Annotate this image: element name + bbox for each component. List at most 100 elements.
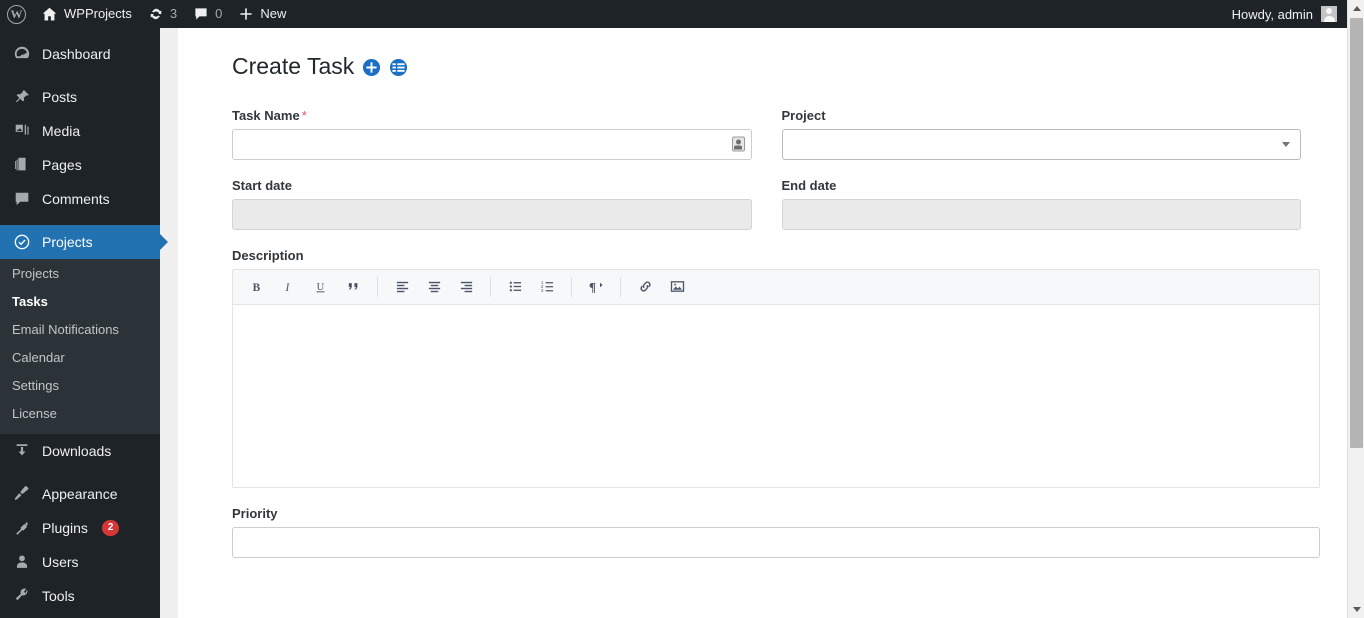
check-circle-icon <box>12 232 32 252</box>
my-account-menu[interactable]: Howdy, admin <box>1232 6 1347 22</box>
bold-icon[interactable]: B <box>242 273 272 300</box>
scroll-down-arrow-icon[interactable] <box>1348 601 1364 618</box>
comments-count: 0 <box>215 6 223 21</box>
add-circle-icon[interactable] <box>362 58 381 77</box>
end-date-input[interactable] <box>781 198 1301 230</box>
page-title: Create Task <box>232 52 1301 82</box>
rtl-paragraph-icon[interactable]: ¶ <box>581 273 611 300</box>
project-select-wrap <box>781 128 1301 160</box>
menu-spacer-3 <box>0 468 160 477</box>
wordpress-logo-icon: W <box>7 4 26 24</box>
wrench-icon <box>12 586 32 606</box>
plus-icon <box>238 6 254 22</box>
row-dates: Start date End date <box>232 178 1301 248</box>
plug-icon <box>12 518 32 538</box>
numbered-list-icon[interactable]: 123 <box>532 273 562 300</box>
updates-count: 3 <box>169 6 178 21</box>
comments-menu[interactable]: 0 <box>185 0 230 28</box>
admin-bar: W WPProjects 3 0 New Howdy, admin <box>0 0 1347 28</box>
field-description: Description B I U 1 2 3 ¶ <box>232 248 1320 488</box>
plugins-update-badge: 2 <box>101 520 120 536</box>
bulleted-list-icon[interactable] <box>500 273 530 300</box>
sidebar-item-comments[interactable]: Comments <box>0 182 160 216</box>
underline-icon[interactable]: U <box>306 273 336 300</box>
sidebar-item-label: Plugins <box>42 520 88 536</box>
description-editor: B I U 1 2 3 ¶ <box>232 268 1320 488</box>
toolbar-divider-1 <box>377 276 378 297</box>
required-asterisk: * <box>301 107 307 123</box>
align-center-icon[interactable] <box>419 273 449 300</box>
projects-submenu: Projects Tasks Email Notifications Calen… <box>0 259 160 434</box>
submenu-item-settings[interactable]: Settings <box>0 372 160 400</box>
sidebar-item-projects[interactable]: Projects <box>0 225 160 259</box>
field-start-date: Start date <box>232 178 752 230</box>
wordpress-logo-button[interactable]: W <box>0 0 33 28</box>
scrollbar-thumb[interactable] <box>1350 18 1363 448</box>
sidebar-item-label: Appearance <box>42 486 118 502</box>
sidebar-item-pages[interactable]: Pages <box>0 148 160 182</box>
field-end-date: End date <box>781 177 1301 230</box>
submenu-item-license[interactable]: License <box>0 400 160 428</box>
sidebar-item-tools[interactable]: Tools <box>0 579 160 613</box>
pin-icon <box>12 87 32 107</box>
scroll-up-arrow-icon[interactable] <box>1348 0 1364 17</box>
home-icon <box>41 6 58 23</box>
sidebar-item-downloads[interactable]: Downloads <box>0 434 160 468</box>
description-label: Description <box>232 247 304 263</box>
sidebar-item-users[interactable]: Users <box>0 545 160 579</box>
list-circle-icon[interactable] <box>389 58 408 77</box>
comment-bubble-icon <box>193 6 209 22</box>
field-priority: Priority <box>232 506 1320 558</box>
paintbrush-icon <box>12 484 32 504</box>
download-icon <box>12 441 32 461</box>
page-title-text: Create Task <box>232 53 355 79</box>
task-name-input[interactable] <box>232 128 752 160</box>
howdy-label: Howdy, admin <box>1231 6 1313 22</box>
sidebar-item-dashboard[interactable]: Dashboard <box>0 37 160 71</box>
autofill-card-icon[interactable] <box>731 136 745 152</box>
link-icon[interactable] <box>630 273 660 300</box>
updates-icon <box>148 6 164 22</box>
submenu-item-email-notifications[interactable]: Email Notifications <box>0 316 160 344</box>
sidebar-item-label: Pages <box>42 157 82 173</box>
end-date-label: End date <box>781 177 837 193</box>
blockquote-icon[interactable] <box>338 273 368 300</box>
content-panel: Create Task Task Name * Project Start da… <box>178 28 1347 618</box>
italic-icon[interactable]: I <box>274 273 304 300</box>
updates-menu[interactable]: 3 <box>140 0 185 28</box>
task-name-input-wrap <box>232 128 752 160</box>
start-date-label: Start date <box>232 177 292 193</box>
site-name-menu[interactable]: WPProjects <box>33 0 140 28</box>
sidebar-item-plugins[interactable]: Plugins 2 <box>0 511 160 545</box>
sidebar-item-appearance[interactable]: Appearance <box>0 477 160 511</box>
new-content-menu[interactable]: New <box>230 0 294 28</box>
site-name-label: WPProjects <box>64 6 132 21</box>
submenu-item-tasks[interactable]: Tasks <box>0 288 160 316</box>
priority-input[interactable] <box>232 526 1320 558</box>
description-editor-body[interactable] <box>233 304 1319 487</box>
sidebar-item-media[interactable]: Media <box>0 114 160 148</box>
page-scrollbar[interactable] <box>1347 0 1364 618</box>
menu-spacer-1 <box>0 71 160 80</box>
svg-text:3: 3 <box>540 289 543 294</box>
align-right-icon[interactable] <box>451 273 481 300</box>
sidebar-item-label: Comments <box>42 191 110 207</box>
user-icon <box>12 552 32 572</box>
sidebar-item-label: Posts <box>42 89 78 105</box>
start-date-input[interactable] <box>232 198 752 230</box>
sidebar-item-posts[interactable]: Posts <box>0 80 160 114</box>
sidebar-item-label: Downloads <box>42 443 112 459</box>
submenu-item-calendar[interactable]: Calendar <box>0 344 160 372</box>
content-area: Create Task Task Name * Project Start da… <box>160 28 1347 618</box>
project-label: Project <box>781 107 826 123</box>
menu-spacer-top <box>0 28 160 37</box>
svg-text:¶: ¶ <box>589 279 596 294</box>
svg-text:I: I <box>285 282 291 294</box>
row-name-project: Task Name * Project <box>232 108 1301 178</box>
sidebar-item-label: Dashboard <box>42 46 111 62</box>
image-icon[interactable] <box>662 273 692 300</box>
align-left-icon[interactable] <box>387 273 417 300</box>
project-select[interactable] <box>781 128 1301 160</box>
pages-icon <box>12 155 32 175</box>
submenu-item-projects[interactable]: Projects <box>0 260 160 288</box>
